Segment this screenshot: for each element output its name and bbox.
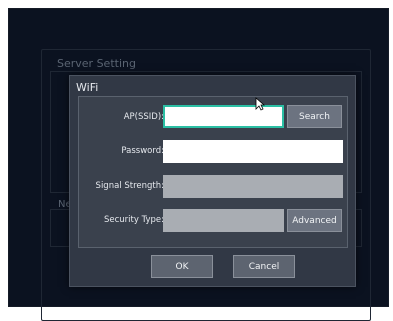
wifi-form-panel: AP(SSID): Search Password: Signal Streng… bbox=[78, 96, 348, 248]
server-setting-title: Server Setting bbox=[57, 57, 136, 70]
ssid-label: AP(SSID): bbox=[123, 112, 164, 122]
password-label: Password: bbox=[121, 146, 164, 156]
dialog-title: WiFi bbox=[76, 81, 99, 94]
signal-strength-field bbox=[163, 175, 343, 198]
signal-strength-label: Signal Strength: bbox=[95, 181, 164, 191]
ssid-input[interactable] bbox=[163, 105, 284, 128]
password-input[interactable] bbox=[163, 140, 343, 163]
cancel-button[interactable]: Cancel bbox=[233, 255, 295, 278]
app-window: Server Setting Ne WiFi AP(SSID): Search … bbox=[8, 8, 389, 321]
ok-button[interactable]: OK bbox=[151, 255, 213, 278]
security-type-field bbox=[163, 209, 284, 232]
wifi-dialog: WiFi AP(SSID): Search Password: Signal S… bbox=[69, 75, 356, 287]
search-button[interactable]: Search bbox=[287, 105, 342, 128]
advanced-button[interactable]: Advanced bbox=[287, 209, 342, 232]
security-type-label: Security Type: bbox=[104, 215, 164, 225]
